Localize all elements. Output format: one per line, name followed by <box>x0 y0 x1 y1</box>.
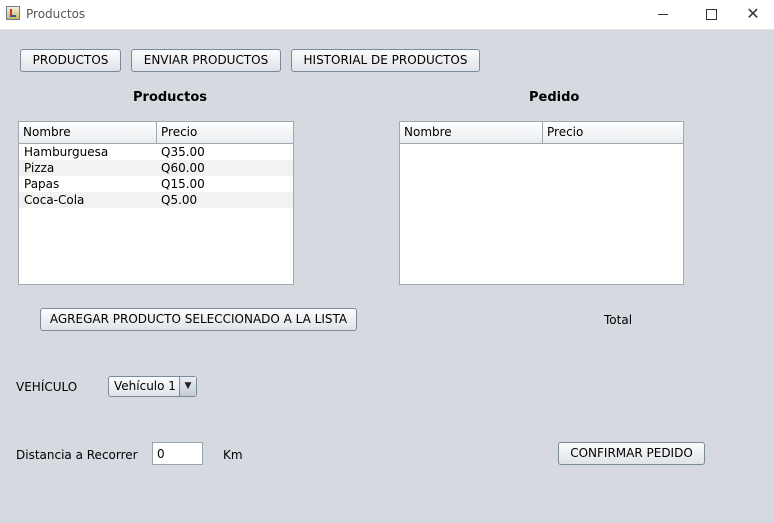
confirmar-pedido-button[interactable]: CONFIRMAR PEDIDO <box>558 442 705 465</box>
cell-precio: Q35.00 <box>161 145 205 159</box>
dropdown-arrow-icon[interactable]: ▼ <box>179 377 196 396</box>
cell-precio: Q15.00 <box>161 177 205 191</box>
cell-nombre: Coca-Cola <box>24 193 85 207</box>
table-row[interactable]: Hamburguesa Q35.00 <box>19 144 293 160</box>
productos-table[interactable]: Nombre Precio Hamburguesa Q35.00 Pizza Q… <box>18 121 294 285</box>
enviar-productos-button[interactable]: ENVIAR PRODUCTOS <box>131 49 281 72</box>
pedido-table-header: Nombre Precio <box>400 122 683 144</box>
historial-productos-button[interactable]: HISTORIAL DE PRODUCTOS <box>291 49 480 72</box>
productos-heading: Productos <box>133 90 208 105</box>
maximize-icon <box>705 9 717 20</box>
table-row[interactable]: Coca-Cola Q5.00 <box>19 192 293 208</box>
productos-button[interactable]: PRODUCTOS <box>20 49 121 72</box>
cell-precio: Q60.00 <box>161 161 205 175</box>
column-header-nombre[interactable]: Nombre <box>400 122 542 143</box>
column-header-precio[interactable]: Precio <box>542 122 683 143</box>
total-label: Total <box>604 313 633 327</box>
vehiculo-selected-value: Vehículo 1 <box>114 379 176 393</box>
cell-nombre: Papas <box>24 177 60 191</box>
minimize-icon <box>658 14 668 15</box>
java-app-icon <box>6 6 20 20</box>
column-header-nombre[interactable]: Nombre <box>19 122 156 143</box>
table-row[interactable]: Pizza Q60.00 <box>19 160 293 176</box>
agregar-producto-button[interactable]: AGREGAR PRODUCTO SELECCIONADO A LA LISTA <box>40 308 357 331</box>
distancia-label: Distancia a Recorrer <box>16 448 138 462</box>
pedido-heading: Pedido <box>529 90 580 105</box>
close-button[interactable]: ✕ <box>730 0 774 29</box>
pedido-table[interactable]: Nombre Precio <box>399 121 684 285</box>
km-unit-label: Km <box>223 448 243 462</box>
productos-table-header: Nombre Precio <box>19 122 293 144</box>
window-title: Productos <box>26 7 86 21</box>
maximize-button[interactable] <box>688 0 734 29</box>
minimize-button[interactable] <box>640 0 686 29</box>
column-header-precio[interactable]: Precio <box>156 122 293 143</box>
distancia-input[interactable] <box>152 442 203 465</box>
vehiculo-select[interactable]: Vehículo 1 ▼ <box>108 376 197 397</box>
cell-nombre: Hamburguesa <box>24 145 109 159</box>
cell-nombre: Pizza <box>24 161 55 175</box>
close-icon: ✕ <box>746 4 760 23</box>
vehiculo-label: VEHÍCULO <box>16 380 78 394</box>
table-row[interactable]: Papas Q15.00 <box>19 176 293 192</box>
title-bar: Productos ✕ <box>0 0 774 30</box>
cell-precio: Q5.00 <box>161 193 198 207</box>
